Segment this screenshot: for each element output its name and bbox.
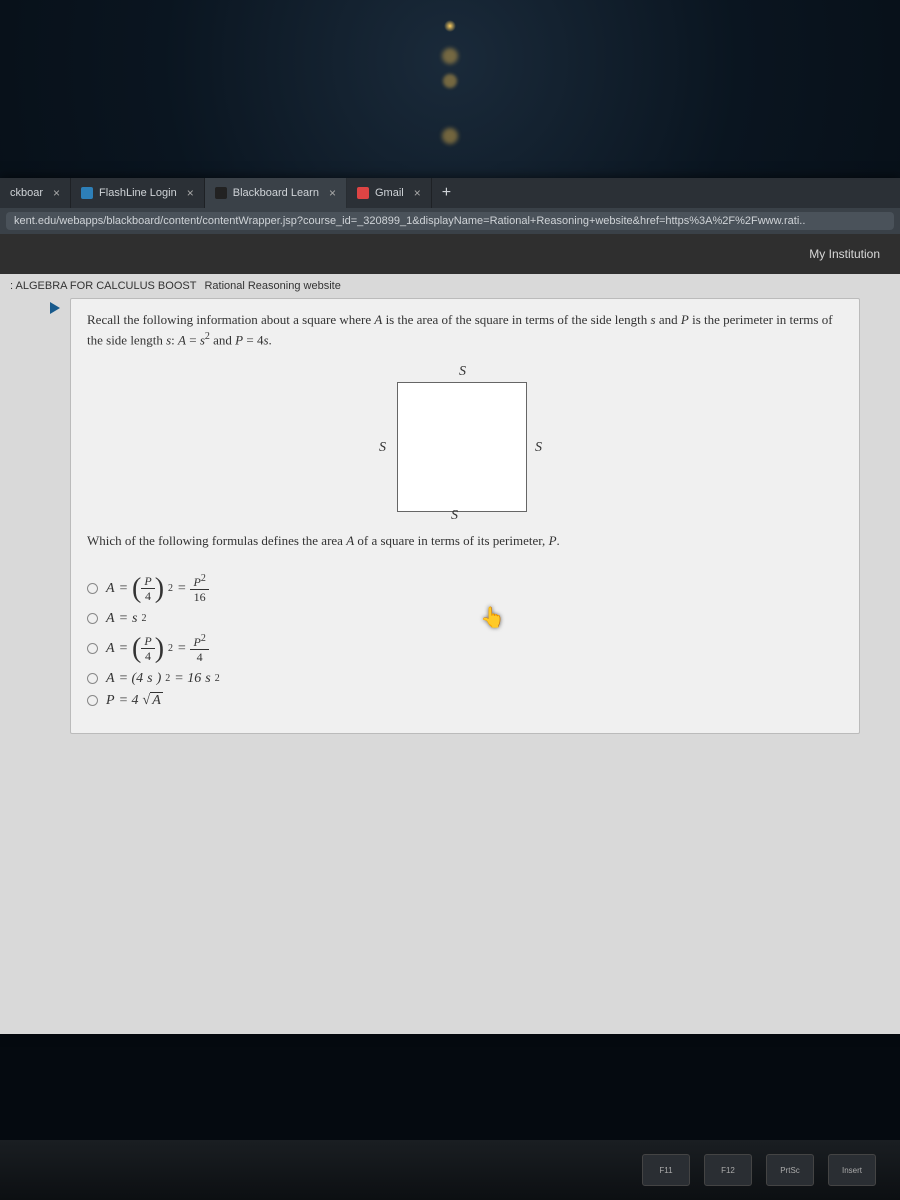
tab-gmail[interactable]: Gmail × xyxy=(347,178,432,208)
figure-label-top: S xyxy=(459,364,466,380)
option-formula: A = (4s)2 = 16s2 xyxy=(106,671,220,687)
question-prompt-1: Recall the following information about a… xyxy=(87,311,843,350)
option-5[interactable]: P = 4A xyxy=(87,693,843,709)
blackboard-topbar: My Institution xyxy=(0,234,900,274)
square-figure: S S S S xyxy=(365,368,565,518)
option-formula: P = 4A xyxy=(106,693,163,709)
option-3[interactable]: A = P42 = P24 xyxy=(87,633,843,665)
option-1[interactable]: A = P42 = P216 xyxy=(87,573,843,605)
key-insert: Insert xyxy=(828,1154,876,1186)
browser-tab-strip: ckboar × FlashLine Login × Blackboard Le… xyxy=(0,178,900,208)
tab-blackboard-1[interactable]: ckboar × xyxy=(0,178,71,208)
close-icon[interactable]: × xyxy=(414,186,421,200)
monitor-screen: ckboar × FlashLine Login × Blackboard Le… xyxy=(0,178,900,1034)
option-formula: A = s2 xyxy=(106,611,146,627)
tab-label: Gmail xyxy=(375,187,404,199)
radio-icon[interactable] xyxy=(87,673,98,684)
option-formula: A = P42 = P24 xyxy=(106,633,209,665)
radio-icon[interactable] xyxy=(87,695,98,706)
option-4[interactable]: A = (4s)2 = 16s2 xyxy=(87,671,843,687)
content-whitespace xyxy=(0,754,900,1034)
close-icon[interactable]: × xyxy=(329,186,336,200)
figure-label-bottom: S xyxy=(451,508,458,524)
breadcrumb: : ALGEBRA FOR CALCULUS BOOST Rational Re… xyxy=(0,274,900,298)
figure-label-left: S xyxy=(379,440,386,456)
new-tab-button[interactable]: + xyxy=(432,184,461,202)
camera-glare xyxy=(444,20,456,32)
content-area: Recall the following information about a… xyxy=(0,298,900,754)
tab-blackboard-learn[interactable]: Blackboard Learn × xyxy=(205,178,347,208)
close-icon[interactable]: × xyxy=(187,186,194,200)
tab-label: FlashLine Login xyxy=(99,187,177,199)
option-formula: A = P42 = P216 xyxy=(106,573,209,605)
question-panel: Recall the following information about a… xyxy=(70,298,860,734)
my-institution-link[interactable]: My Institution xyxy=(809,247,880,261)
address-bar: kent.edu/webapps/blackboard/content/cont… xyxy=(0,208,900,234)
close-icon[interactable]: × xyxy=(53,186,60,200)
option-2[interactable]: A = s2 xyxy=(87,611,843,627)
tab-label: Blackboard Learn xyxy=(233,187,319,199)
radio-icon[interactable] xyxy=(87,613,98,624)
key-prtsc: PrtSc xyxy=(766,1154,814,1186)
radio-icon[interactable] xyxy=(87,583,98,594)
url-field[interactable]: kent.edu/webapps/blackboard/content/cont… xyxy=(6,212,894,230)
favicon-icon xyxy=(357,187,369,199)
tab-label: ckboar xyxy=(10,187,43,199)
options-list: A = P42 = P216 A = s2 A = P42 xyxy=(87,573,843,709)
key-f11: F11 xyxy=(642,1154,690,1186)
square-box xyxy=(397,382,527,512)
breadcrumb-page[interactable]: Rational Reasoning website xyxy=(204,280,340,292)
cursor-icon: 👆 xyxy=(480,605,505,630)
tab-flashline[interactable]: FlashLine Login × xyxy=(71,178,205,208)
breadcrumb-course[interactable]: : ALGEBRA FOR CALCULUS BOOST xyxy=(10,280,196,292)
favicon-icon xyxy=(215,187,227,199)
key-f12: F12 xyxy=(704,1154,752,1186)
question-prompt-2: Which of the following formulas defines … xyxy=(87,532,843,551)
keyboard-strip: F11 F12 PrtSc Insert xyxy=(0,1140,900,1200)
play-icon[interactable] xyxy=(50,302,60,314)
radio-icon[interactable] xyxy=(87,643,98,654)
figure-label-right: S xyxy=(535,440,542,456)
favicon-icon xyxy=(81,187,93,199)
